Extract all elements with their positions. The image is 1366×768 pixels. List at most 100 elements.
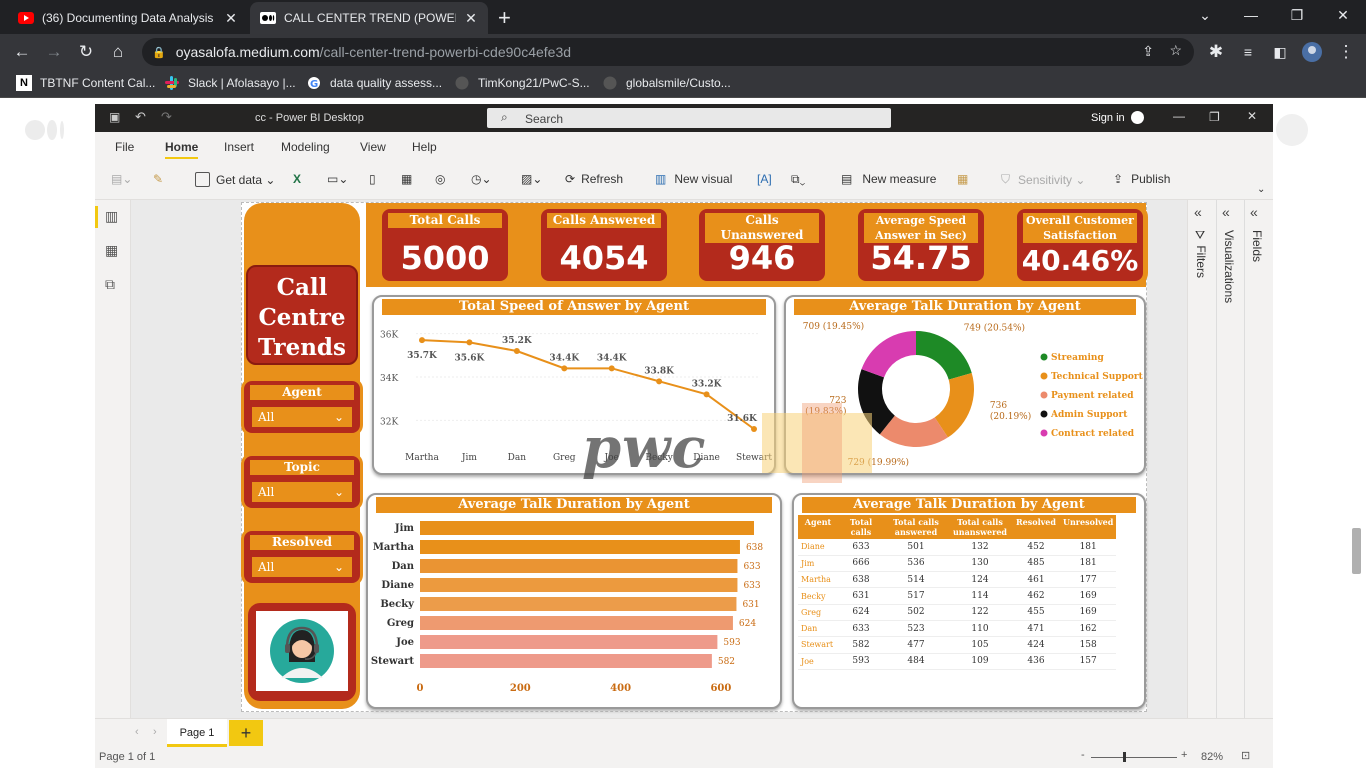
table-row[interactable]: Jim 666 536 130 485 181 xyxy=(798,555,1117,573)
page-scrollbar-thumb[interactable] xyxy=(1352,528,1361,574)
report-view-icon[interactable]: ▥ xyxy=(105,208,118,225)
medium-logo-icon[interactable] xyxy=(24,118,68,145)
undo-icon[interactable]: ↶ xyxy=(135,109,146,125)
address-bar[interactable]: 🔒 oyasalofa.medium.com/call-center-trend… xyxy=(142,38,1194,66)
prev-page-icon[interactable]: ‹ xyxy=(135,726,139,738)
bookmark-item[interactable]: Gdata quality assess... xyxy=(306,75,442,91)
tab-file[interactable]: File xyxy=(115,140,134,154)
table-row[interactable]: Dan 633 523 110 471 162 xyxy=(798,620,1117,638)
bar[interactable] xyxy=(420,654,712,668)
legend-label[interactable]: Technical Support xyxy=(1051,372,1144,382)
close-window-icon[interactable]: ✕ xyxy=(1320,0,1366,30)
collapse-ribbon-icon[interactable]: ⌄ xyxy=(1257,184,1265,195)
bar[interactable] xyxy=(420,540,740,554)
table-row[interactable]: Joe 593 484 109 436 157 xyxy=(798,653,1117,670)
table-row[interactable]: Martha 638 514 124 461 177 xyxy=(798,571,1117,589)
quick-measure-icon[interactable]: ▦ xyxy=(957,172,968,186)
get-data-button[interactable]: Get data ⌄ xyxy=(195,172,275,187)
bookmark-item[interactable]: globalsmile/Custo... xyxy=(602,75,731,91)
close-tab-icon[interactable]: ✕ xyxy=(464,10,478,27)
fields-pane-tab[interactable]: Fields xyxy=(1250,230,1264,262)
extensions-icon[interactable]: ✱ xyxy=(1204,40,1228,64)
bookmark-item[interactable]: N TBTNF Content Cal... xyxy=(16,75,155,91)
table-row[interactable]: Becky 631 517 114 462 169 xyxy=(798,587,1117,605)
sign-in-link[interactable]: Sign in xyxy=(1091,112,1125,124)
tab-search-icon[interactable]: ⌄ xyxy=(1182,0,1228,30)
line-point[interactable] xyxy=(751,426,757,432)
page-tab-1[interactable]: Page 1 xyxy=(167,719,227,747)
transform-data-icon[interactable]: ▨⌄ xyxy=(521,172,542,186)
fit-to-page-icon[interactable]: ⊡ xyxy=(1241,749,1250,762)
table-row[interactable]: Stewart 582 477 105 424 158 xyxy=(798,636,1117,654)
redo-icon[interactable]: ↷ xyxy=(161,109,172,125)
resolved-dropdown[interactable]: All ⌄ xyxy=(252,557,352,577)
line-point[interactable] xyxy=(608,365,615,372)
more-visuals-icon[interactable]: ⧉⌄ xyxy=(791,172,805,187)
zoom-slider-thumb[interactable] xyxy=(1123,752,1126,762)
table-header-cell[interactable]: Total calls unanswered xyxy=(948,515,1012,539)
add-page-button[interactable]: + xyxy=(229,720,263,746)
back-icon[interactable]: ← xyxy=(10,40,34,64)
bar[interactable] xyxy=(420,578,738,592)
donut-slice[interactable] xyxy=(916,331,972,380)
line-point[interactable] xyxy=(466,339,473,346)
agent-slicer[interactable]: Agent All ⌄ xyxy=(244,381,360,433)
bar[interactable] xyxy=(420,521,754,535)
maximize-icon[interactable]: ❐ xyxy=(1274,0,1320,30)
enter-data-icon[interactable]: ▦ xyxy=(401,172,412,186)
matrix-panel[interactable]: Average Talk Duration by Agent Agent Tota… xyxy=(792,493,1146,709)
line-chart-panel[interactable]: Total Speed of Answer by Agent 36K 34K 32K… xyxy=(372,295,776,475)
bar[interactable] xyxy=(420,635,718,649)
resolved-slicer[interactable]: Resolved All ⌄ xyxy=(244,531,360,583)
legend-label[interactable]: Payment related xyxy=(1051,391,1134,401)
pbi-close-icon[interactable]: ✕ xyxy=(1247,109,1257,123)
tab-insert[interactable]: Insert xyxy=(224,140,254,154)
table-header-cell[interactable]: Total calls answered xyxy=(884,515,948,539)
pbi-search-box[interactable]: ⌕ Search xyxy=(487,108,891,128)
tab-modeling[interactable]: Modeling xyxy=(281,140,330,154)
table-row[interactable]: Diane 633 501 132 452 181 xyxy=(798,539,1117,556)
table-header-cell[interactable]: Agent xyxy=(798,515,838,539)
line-point[interactable] xyxy=(513,348,520,354)
model-view-icon[interactable]: ⧉ xyxy=(105,276,115,293)
tab-view[interactable]: View xyxy=(360,140,386,154)
bookmark-item[interactable]: Slack | Afolasayo |... xyxy=(164,75,296,91)
profile-avatar[interactable] xyxy=(1300,40,1324,64)
line-point[interactable] xyxy=(656,378,663,385)
table-header-cell[interactable]: Unresolved xyxy=(1060,515,1117,539)
bookmark-item[interactable]: TimKong21/PwC-S... xyxy=(454,75,590,91)
zoom-out-icon[interactable]: - xyxy=(1081,749,1085,761)
dataverse-icon[interactable]: ◎ xyxy=(435,172,445,186)
publish-button[interactable]: ⇪ Publish xyxy=(1113,172,1170,186)
topic-slicer[interactable]: Topic All ⌄ xyxy=(244,456,360,508)
excel-icon[interactable]: X xyxy=(293,172,301,186)
agent-dropdown[interactable]: All ⌄ xyxy=(252,407,352,427)
legend-label[interactable]: Contract related xyxy=(1051,429,1135,439)
filters-pane-tab[interactable]: ⛛ Filters xyxy=(1194,230,1208,278)
new-tab-button[interactable]: + xyxy=(498,5,511,31)
collapse-fields-icon[interactable]: « xyxy=(1250,204,1258,220)
topic-dropdown[interactable]: All ⌄ xyxy=(252,482,352,502)
collapse-visualizations-icon[interactable]: « xyxy=(1222,204,1230,220)
onelake-icon[interactable]: ▭⌄ xyxy=(327,172,348,186)
table-row[interactable]: Greg 624 502 122 455 169 xyxy=(798,604,1117,621)
format-painter-icon[interactable]: ✎ xyxy=(153,172,163,186)
zoom-slider[interactable] xyxy=(1091,757,1177,758)
new-measure-button[interactable]: ▤ New measure xyxy=(841,172,936,186)
bar[interactable] xyxy=(420,559,738,573)
data-view-icon[interactable]: ▦ xyxy=(105,242,118,259)
user-avatar[interactable] xyxy=(1276,114,1308,149)
minimize-icon[interactable]: — xyxy=(1228,0,1274,30)
paste-icon[interactable]: ▤⌄ xyxy=(111,172,132,186)
table-header-cell[interactable]: Total calls xyxy=(838,515,884,539)
sql-icon[interactable]: ▯ xyxy=(369,172,376,186)
bar[interactable] xyxy=(420,616,733,630)
donut-slice[interactable] xyxy=(861,331,916,378)
share-icon[interactable]: ⇪ xyxy=(1142,43,1154,60)
next-page-icon[interactable]: › xyxy=(153,726,157,738)
bookmark-star-icon[interactable]: ☆ xyxy=(1169,42,1182,59)
text-box-icon[interactable]: [A] xyxy=(757,172,772,186)
close-tab-icon[interactable]: ✕ xyxy=(224,10,238,27)
browser-tab-youtube[interactable]: (36) Documenting Data Analysis ✕ xyxy=(8,2,248,34)
sensitivity-button[interactable]: ⛉ Sensitivity ⌄ xyxy=(1001,172,1085,187)
